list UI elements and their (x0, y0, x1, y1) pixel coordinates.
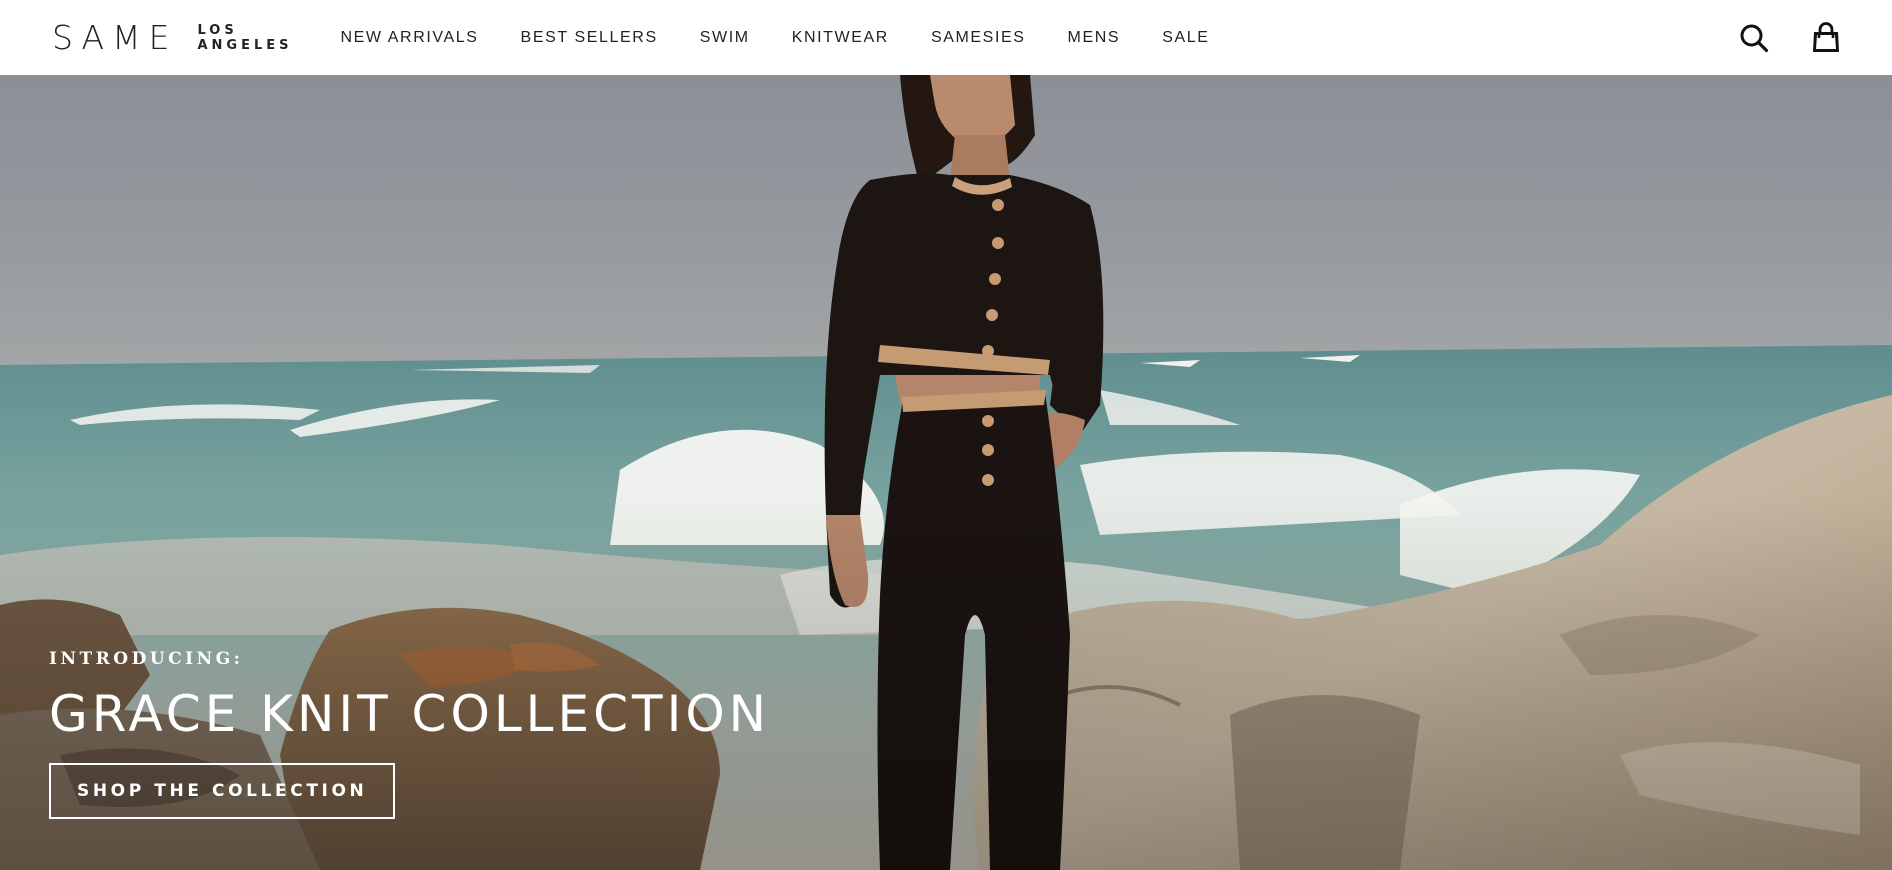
logo-wordmark: SAME (52, 18, 178, 57)
header-actions (1738, 21, 1842, 54)
hero-title: GRACE KNIT COLLECTION (49, 685, 771, 743)
logo-sub-line-2: ANGELES (197, 37, 293, 53)
nav-item-new-arrivals[interactable]: NEW ARRIVALS (341, 29, 479, 47)
site-header: SAME LOS ANGELES NEW ARRIVALS BEST SELLE… (0, 0, 1892, 75)
shop-the-collection-button[interactable]: SHOP THE COLLECTION (49, 763, 396, 819)
search-icon (1740, 24, 1769, 52)
nav-item-best-sellers[interactable]: BEST SELLERS (521, 29, 658, 47)
nav-item-knitwear[interactable]: KNITWEAR (792, 29, 889, 47)
logo-subtitle: LOS ANGELES (197, 23, 292, 53)
hero-kicker: INTRODUCING: (49, 649, 244, 669)
nav-item-samesies[interactable]: SAMESIES (931, 29, 1026, 47)
brand-logo[interactable]: SAME LOS ANGELES (52, 18, 293, 57)
hero-content: INTRODUCING: GRACE KNIT COLLECTION SHOP … (49, 649, 770, 819)
cart-icon (1813, 21, 1839, 52)
search-button[interactable] (1738, 22, 1770, 54)
hero-banner[interactable]: INTRODUCING: GRACE KNIT COLLECTION SHOP … (0, 75, 1892, 870)
nav-item-sale[interactable]: SALE (1162, 29, 1209, 47)
nav-item-swim[interactable]: SWIM (700, 29, 750, 47)
nav-item-mens[interactable]: MENS (1068, 29, 1121, 47)
main-nav: NEW ARRIVALS BEST SELLERS SWIM KNITWEAR … (341, 29, 1252, 47)
cart-button[interactable] (1810, 21, 1842, 54)
logo-sub-line-1: LOS (197, 22, 238, 38)
